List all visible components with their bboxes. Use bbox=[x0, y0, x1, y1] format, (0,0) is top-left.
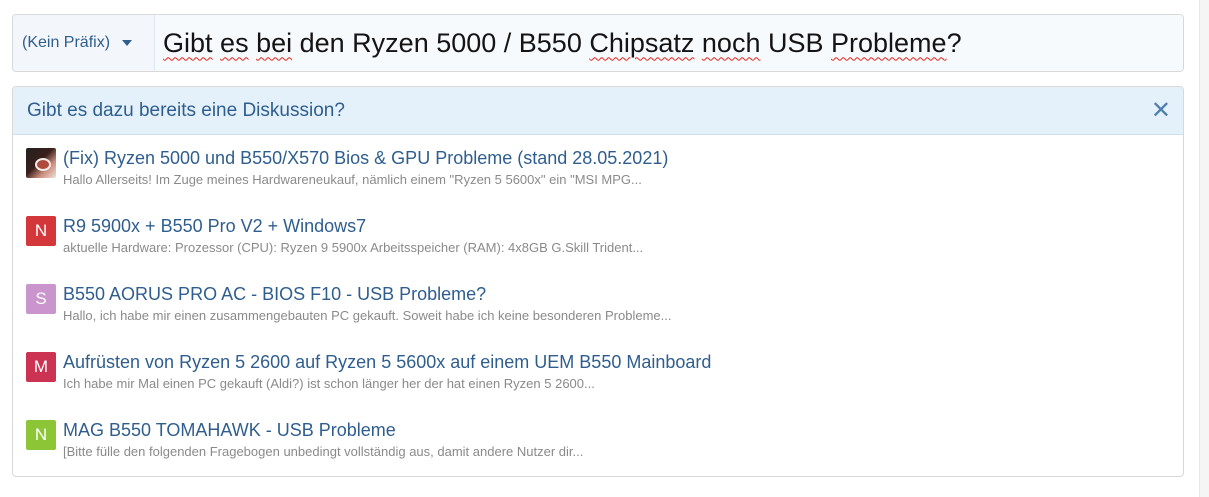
title-text-segment bbox=[249, 28, 257, 59]
avatar[interactable]: S bbox=[26, 284, 56, 314]
avatar[interactable]: M bbox=[26, 352, 56, 382]
title-word-misspelled: noch bbox=[701, 27, 761, 58]
thread-list-item[interactable]: S B550 AORUS PRO AC - BIOS F10 - USB Prob… bbox=[13, 283, 1183, 351]
thread-title-input[interactable]: Gibt es bei den Ryzen 5000 / B550 Chipsa… bbox=[155, 15, 1183, 71]
title-text-segment: USB bbox=[760, 27, 831, 58]
avatar[interactable]: N bbox=[26, 216, 56, 246]
thread-title-row: (Kein Präfix) Gibt es bei den Ryzen 5000… bbox=[12, 14, 1184, 72]
thread-list-item[interactable]: N MAG B550 TOMAHAWK - USB Probleme [Bitte … bbox=[13, 419, 1183, 476]
thread-title-link[interactable]: (Fix) Ryzen 5000 und B550/X570 Bios & GP… bbox=[63, 147, 668, 169]
title-word-misspelled: Gibt bbox=[163, 27, 213, 58]
avatar[interactable]: N bbox=[26, 420, 56, 450]
thread-snippet: Hallo Allerseits! Im Zuge meines Hardwar… bbox=[63, 172, 642, 187]
thread-snippet: [Bitte fülle den folgenden Fragebogen un… bbox=[63, 444, 584, 459]
prefix-dropdown[interactable]: (Kein Präfix) bbox=[13, 15, 155, 71]
chevron-down-icon bbox=[122, 40, 133, 46]
thread-list-item[interactable]: N R9 5900x + B550 Pro V2 + Windows7 aktuel… bbox=[13, 215, 1183, 283]
thread-snippet: Hallo, ich habe mir einen zusammengebaut… bbox=[63, 308, 672, 323]
title-text-segment bbox=[694, 28, 702, 59]
thread-snippet: Ich habe mir Mal einen PC gekauft (Aldi?… bbox=[63, 376, 595, 391]
close-icon[interactable]: ✕ bbox=[1151, 98, 1171, 123]
thread-text: MAG B550 TOMAHAWK - USB Probleme [Bitte f… bbox=[63, 419, 584, 476]
thread-text: Aufrüsten von Ryzen 5 2600 auf Ryzen 5 5… bbox=[63, 351, 711, 419]
title-text-segment bbox=[213, 28, 221, 59]
panel-title: Gibt es dazu bereits eine Diskussion? bbox=[27, 99, 345, 121]
thread-snippet: aktuelle Hardware: Prozessor (CPU): Ryze… bbox=[63, 240, 644, 255]
panel-header: Gibt es dazu bereits eine Diskussion? ✕ bbox=[13, 87, 1183, 135]
avatar[interactable] bbox=[26, 148, 56, 178]
thread-title-link[interactable]: Aufrüsten von Ryzen 5 2600 auf Ryzen 5 5… bbox=[63, 351, 711, 373]
thread-text: R9 5900x + B550 Pro V2 + Windows7 aktuell… bbox=[63, 215, 643, 283]
similar-threads-panel: Gibt es dazu bereits eine Diskussion? ✕ … bbox=[12, 86, 1184, 477]
thread-text: B550 AORUS PRO AC - BIOS F10 - USB Probl… bbox=[63, 283, 671, 351]
thread-title-link[interactable]: R9 5900x + B550 Pro V2 + Windows7 bbox=[63, 215, 643, 237]
title-word-misspelled: es bbox=[220, 27, 249, 58]
thread-list-item[interactable]: M Aufrüsten von Ryzen 5 2600 auf Ryzen 5 … bbox=[13, 351, 1183, 419]
thread-title-link[interactable]: B550 AORUS PRO AC - BIOS F10 - USB Probl… bbox=[63, 283, 671, 305]
similar-threads-list: (Fix) Ryzen 5000 und B550/X570 Bios & GP… bbox=[13, 135, 1183, 476]
prefix-label: (Kein Präfix) bbox=[22, 34, 111, 51]
title-word-misspelled: Chipsatz bbox=[589, 27, 695, 58]
title-text-segment: den Ryzen 5000 / B550 bbox=[292, 27, 590, 58]
page-scroll-edge bbox=[1199, 0, 1209, 497]
thread-title-link[interactable]: MAG B550 TOMAHAWK - USB Probleme bbox=[63, 419, 583, 441]
thread-list-item[interactable]: (Fix) Ryzen 5000 und B550/X570 Bios & GP… bbox=[13, 147, 1183, 215]
title-word-misspelled: Probleme bbox=[831, 27, 947, 58]
title-text-segment: ? bbox=[946, 27, 962, 58]
thread-text: (Fix) Ryzen 5000 und B550/X570 Bios & GP… bbox=[63, 147, 668, 215]
title-word-misspelled: bei bbox=[256, 27, 293, 58]
